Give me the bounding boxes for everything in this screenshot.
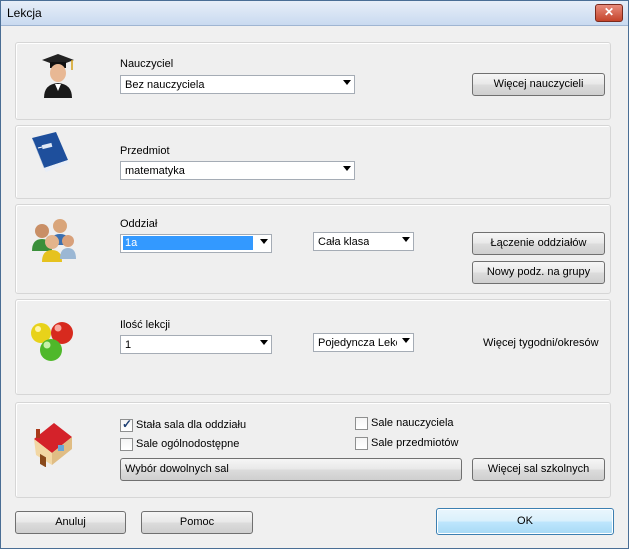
- teacher-graduate-icon: [42, 54, 74, 98]
- public-rooms-label: Sale ogólnodostępne: [136, 438, 240, 450]
- teacher-rooms-label: Sale nauczyciela: [371, 417, 454, 429]
- public-rooms-checkbox[interactable]: [120, 438, 133, 451]
- subject-label: Przedmiot: [120, 145, 170, 157]
- chevron-down-icon: [397, 334, 413, 351]
- teacher-select[interactable]: Bez nauczyciela: [120, 75, 355, 94]
- chevron-down-icon: [255, 235, 271, 252]
- group-select-value: Cała klasa: [318, 236, 370, 248]
- ok-button[interactable]: OK: [436, 508, 614, 535]
- title-bar: Lekcja ✕: [1, 1, 628, 26]
- more-rooms-button[interactable]: Więcej sal szkolnych: [472, 458, 605, 481]
- balls-icon: [31, 322, 73, 361]
- window-title: Lekcja: [7, 6, 42, 20]
- help-button[interactable]: Pomoc: [141, 511, 253, 534]
- teacher-select-value: Bez nauczyciela: [125, 79, 205, 91]
- lesson-type-value: Pojedyncza Lekc: [318, 337, 397, 349]
- lesson-count-label: Ilość lekcji: [120, 319, 171, 331]
- class-label: Oddział: [120, 218, 158, 230]
- more-weeks-periods-text[interactable]: Więcej tygodni/okresów: [483, 337, 599, 349]
- chevron-down-icon: [338, 162, 354, 179]
- subject-select[interactable]: matematyka: [120, 161, 355, 180]
- teacher-label: Nauczyciel: [120, 58, 174, 70]
- class-select[interactable]: 1a: [120, 234, 272, 253]
- chevron-down-icon: [397, 233, 413, 250]
- merge-classes-button[interactable]: Łączenie oddziałów: [472, 232, 605, 255]
- book-icon: [32, 132, 69, 172]
- subject-select-value: matematyka: [125, 165, 185, 177]
- close-button[interactable]: ✕: [595, 4, 623, 22]
- lesson-dialog: Lekcja ✕ Nauczyciel Bez nauczyciela Więc…: [0, 0, 629, 549]
- lesson-count-select[interactable]: 1: [120, 335, 272, 354]
- cancel-button[interactable]: Anuluj: [15, 511, 126, 534]
- chevron-down-icon: [255, 336, 271, 353]
- lesson-count-value: 1: [125, 339, 132, 351]
- class-select-value: 1a: [123, 236, 253, 250]
- subject-rooms-label: Sale przedmiotów: [371, 437, 459, 449]
- more-teachers-button[interactable]: Więcej nauczycieli: [472, 73, 605, 96]
- house-icon: [34, 423, 72, 467]
- teacher-rooms-checkbox[interactable]: [355, 417, 368, 430]
- fixed-room-checkbox[interactable]: [120, 417, 133, 432]
- chevron-down-icon: [338, 76, 354, 93]
- new-group-split-button[interactable]: Nowy podz. na grupy: [472, 261, 605, 284]
- rooms-section: Stała sala dla oddziału Sale ogólnodostę…: [15, 402, 611, 498]
- class-section: Oddział 1a Cała klasa Łączenie oddziałów…: [15, 204, 611, 294]
- subject-rooms-checkbox[interactable]: [355, 437, 368, 450]
- subject-section: Przedmiot matematyka: [15, 125, 611, 199]
- lesson-type-select[interactable]: Pojedyncza Lekc: [313, 333, 414, 352]
- fixed-room-label: Stała sala dla oddziału: [136, 419, 247, 431]
- choose-rooms-button[interactable]: Wybór dowolnych sal: [120, 458, 462, 481]
- students-group-icon: [32, 219, 76, 262]
- lessons-section: Ilość lekcji 1 Pojedyncza Lekc Więcej ty…: [15, 299, 611, 395]
- group-select[interactable]: Cała klasa: [313, 232, 414, 251]
- teacher-section: Nauczyciel Bez nauczyciela Więcej nauczy…: [15, 42, 611, 120]
